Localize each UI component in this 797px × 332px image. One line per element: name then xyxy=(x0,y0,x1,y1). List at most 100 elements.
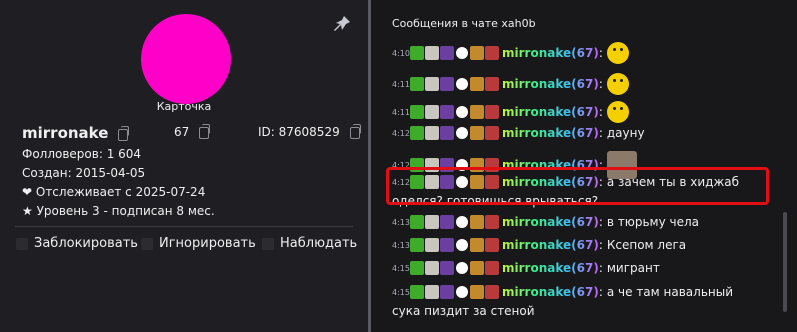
gift-badge-icon[interactable] xyxy=(440,285,454,299)
smiley-emote-icon[interactable] xyxy=(606,101,629,123)
ignore-button[interactable]: Игнорировать xyxy=(141,236,256,251)
crown-badge-icon[interactable] xyxy=(470,261,484,275)
copy-icon[interactable] xyxy=(199,123,211,139)
watch-icon xyxy=(262,237,274,250)
sub-badge-icon[interactable] xyxy=(410,215,424,229)
user-badges xyxy=(410,105,499,119)
sub-badge-icon[interactable] xyxy=(410,46,424,60)
loader-badge-icon[interactable] xyxy=(456,239,468,251)
chat-username[interactable]: mirronake(67) xyxy=(502,285,599,299)
sub-badge-icon[interactable] xyxy=(410,126,424,140)
loader-badge-icon[interactable] xyxy=(456,106,468,118)
chat-username[interactable]: mirronake(67) xyxy=(502,105,599,119)
crown-badge-icon[interactable] xyxy=(470,46,484,60)
chat-scrollbar[interactable] xyxy=(783,212,787,312)
crown-badge-icon[interactable] xyxy=(470,238,484,252)
gift-badge-icon[interactable] xyxy=(440,126,454,140)
colon-separator: : xyxy=(598,261,603,275)
crown-badge-icon[interactable] xyxy=(470,105,484,119)
avatar-badge-icon[interactable] xyxy=(425,46,439,60)
user-id: ID: 87608529 xyxy=(258,125,340,139)
chat-username[interactable]: mirronake(67) xyxy=(502,77,599,91)
followers-count: Фолловеров: 1 604 xyxy=(22,147,142,161)
avatar-badge-icon[interactable] xyxy=(425,105,439,119)
user-badges xyxy=(410,285,499,299)
gift-badge-icon[interactable] xyxy=(440,215,454,229)
chat-message: 4:13 mirronake(67): Ксепом лега xyxy=(392,238,686,252)
chat-username[interactable]: mirronake(67) xyxy=(502,215,599,229)
flag-badge-icon[interactable] xyxy=(485,46,499,60)
avatar-badge-icon[interactable] xyxy=(425,126,439,140)
chat-message: 4:11 mirronake(67): xyxy=(392,101,629,123)
chat-username[interactable]: mirronake(67) xyxy=(502,238,599,252)
flag-badge-icon[interactable] xyxy=(485,77,499,91)
avatar-badge-icon[interactable] xyxy=(425,261,439,275)
block-button[interactable]: Заблокировать xyxy=(16,236,138,251)
gift-badge-icon[interactable] xyxy=(440,105,454,119)
crown-badge-icon[interactable] xyxy=(470,126,484,140)
avatar-badge-icon[interactable] xyxy=(425,77,439,91)
user-badges xyxy=(410,238,499,252)
chat-username[interactable]: mirronake(67) xyxy=(502,126,599,140)
chat-message: 4:15 mirronake(67): а че там навальный xyxy=(392,285,733,299)
loader-badge-icon[interactable] xyxy=(456,216,468,228)
user-badges xyxy=(410,77,499,91)
crown-badge-icon[interactable] xyxy=(470,215,484,229)
message-text: Ксепом лега xyxy=(606,238,687,252)
smiley-emote-icon[interactable] xyxy=(606,42,629,64)
gift-badge-icon[interactable] xyxy=(440,46,454,60)
smiley-emote-icon[interactable] xyxy=(606,73,629,95)
chat-username[interactable]: mirronake(67) xyxy=(502,46,599,60)
copy-icon[interactable] xyxy=(349,123,361,139)
count-value: 67 xyxy=(174,125,190,139)
colon-separator: : xyxy=(598,46,603,60)
avatar-badge-icon[interactable] xyxy=(425,215,439,229)
ignore-label: Игнорировать xyxy=(159,236,256,251)
created-date: Создан: 2015-04-05 xyxy=(22,166,146,180)
gift-badge-icon[interactable] xyxy=(440,238,454,252)
chat-message: 4:12 mirronake(67): дауну xyxy=(392,126,645,140)
sub-badge-icon[interactable] xyxy=(410,105,424,119)
chat-message: 4:11 mirronake(67): xyxy=(392,73,629,95)
avatar-badge-icon[interactable] xyxy=(425,238,439,252)
colon-separator: : xyxy=(598,215,603,229)
loader-badge-icon[interactable] xyxy=(456,78,468,90)
actions-divider xyxy=(15,226,353,227)
flag-badge-icon[interactable] xyxy=(485,285,499,299)
message-timestamp: 4:11 xyxy=(392,79,410,89)
watch-button[interactable]: Наблюдать xyxy=(262,236,357,251)
following-since: ❤ Отслеживает с 2025-07-24 xyxy=(22,185,206,199)
watch-label: Наблюдать xyxy=(280,236,358,251)
flag-badge-icon[interactable] xyxy=(485,126,499,140)
chat-username[interactable]: mirronake(67) xyxy=(502,261,599,275)
flag-badge-icon[interactable] xyxy=(485,105,499,119)
flag-badge-icon[interactable] xyxy=(485,238,499,252)
chat-message: 4:15 mirronake(67): мигрант xyxy=(392,261,660,275)
flag-badge-icon[interactable] xyxy=(485,261,499,275)
colon-separator: : xyxy=(598,77,603,91)
flag-badge-icon[interactable] xyxy=(485,215,499,229)
loader-badge-icon[interactable] xyxy=(456,127,468,139)
chat-message: 4:13 mirronake(67): в тюрьму чела xyxy=(392,215,699,229)
copy-icon[interactable] xyxy=(118,125,130,141)
sub-badge-icon[interactable] xyxy=(410,77,424,91)
sub-badge-icon[interactable] xyxy=(410,238,424,252)
sub-badge-icon[interactable] xyxy=(410,261,424,275)
gift-badge-icon[interactable] xyxy=(440,261,454,275)
block-label: Заблокировать xyxy=(34,236,138,251)
message-timestamp: 4:13 xyxy=(392,217,410,227)
message-timestamp: 4:15 xyxy=(392,263,410,273)
subscription-level: ★ Уровень 3 - подписан 8 мес. xyxy=(22,204,215,218)
loader-badge-icon[interactable] xyxy=(456,262,468,274)
message-text: в тюрьму чела xyxy=(606,215,699,229)
gift-badge-icon[interactable] xyxy=(440,77,454,91)
crown-badge-icon[interactable] xyxy=(470,77,484,91)
message-timestamp: 4:11 xyxy=(392,107,410,117)
avatar-badge-icon[interactable] xyxy=(425,285,439,299)
message-timestamp: 4:15 xyxy=(392,287,410,297)
loader-badge-icon[interactable] xyxy=(456,286,468,298)
crown-badge-icon[interactable] xyxy=(470,285,484,299)
sub-badge-icon[interactable] xyxy=(410,285,424,299)
pin-icon[interactable] xyxy=(332,14,352,34)
loader-badge-icon[interactable] xyxy=(456,47,468,59)
